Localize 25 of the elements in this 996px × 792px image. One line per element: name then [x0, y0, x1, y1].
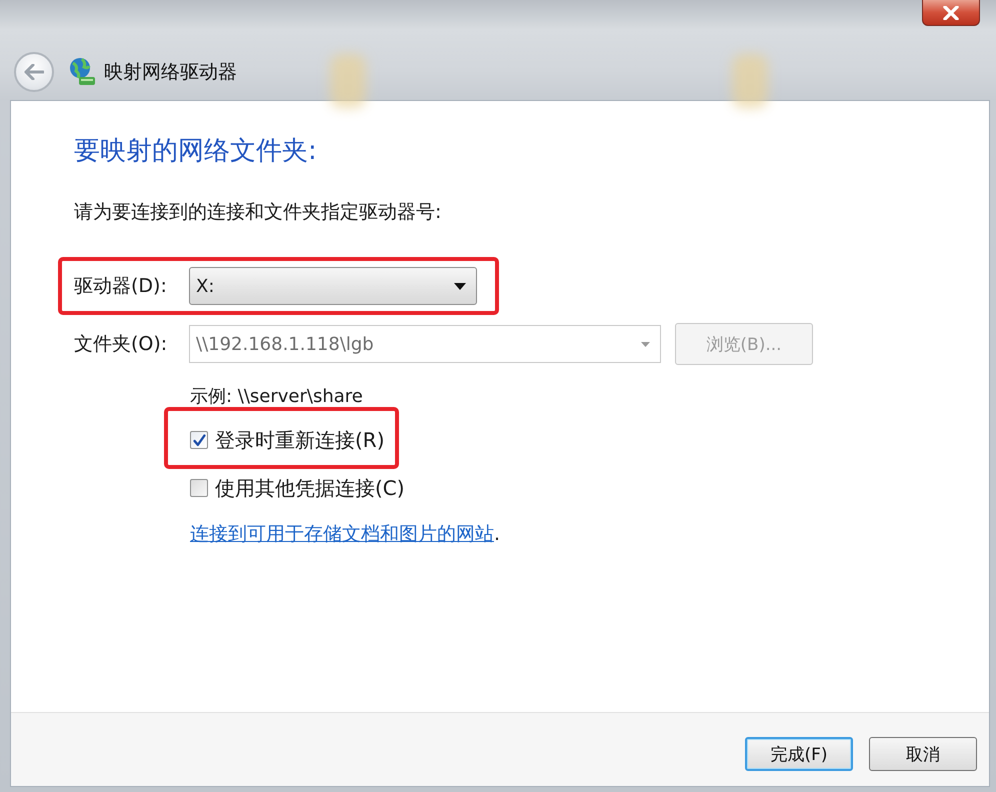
- checkmark-icon: [192, 434, 206, 446]
- close-icon: [943, 6, 959, 20]
- website-link-sentence: 连接到可用于存储文档和图片的网站.: [190, 522, 500, 546]
- checkbox[interactable]: [190, 431, 208, 449]
- checkbox-label[interactable]: 使用其他凭据连接(C): [215, 476, 405, 500]
- left-arrow-icon: [24, 64, 44, 80]
- network-globe-icon: [68, 57, 96, 87]
- folder-icon: [330, 54, 366, 108]
- dialog-button[interactable]: 取消: [869, 737, 977, 771]
- caret-icon: [454, 282, 466, 290]
- window-title: 映射网络驱动器: [104, 60, 237, 85]
- caret-icon: [641, 342, 650, 346]
- instruction-text: 请为要连接到的连接和文件夹指定驱动器号:: [74, 200, 442, 224]
- checkbox[interactable]: [190, 479, 208, 497]
- drive-label: 驱动器(D):: [74, 274, 168, 298]
- folder-combo-field[interactable]: \\192.168.1.118\lgb: [189, 325, 661, 363]
- dialog-button[interactable]: 完成(F): [745, 737, 853, 771]
- dialog-heading: 要映射的网络文件夹:: [74, 136, 317, 166]
- folder-icon: [732, 54, 768, 108]
- drive-dropdown[interactable]: X:: [189, 267, 477, 305]
- website-link[interactable]: 连接到可用于存储文档和图片的网站: [190, 523, 494, 545]
- folder-label: 文件夹(O):: [74, 332, 168, 356]
- example-text: 示例: \\server\share: [190, 385, 363, 409]
- close-button[interactable]: [922, 0, 980, 26]
- checkbox-label[interactable]: 登录时重新连接(R): [215, 428, 385, 452]
